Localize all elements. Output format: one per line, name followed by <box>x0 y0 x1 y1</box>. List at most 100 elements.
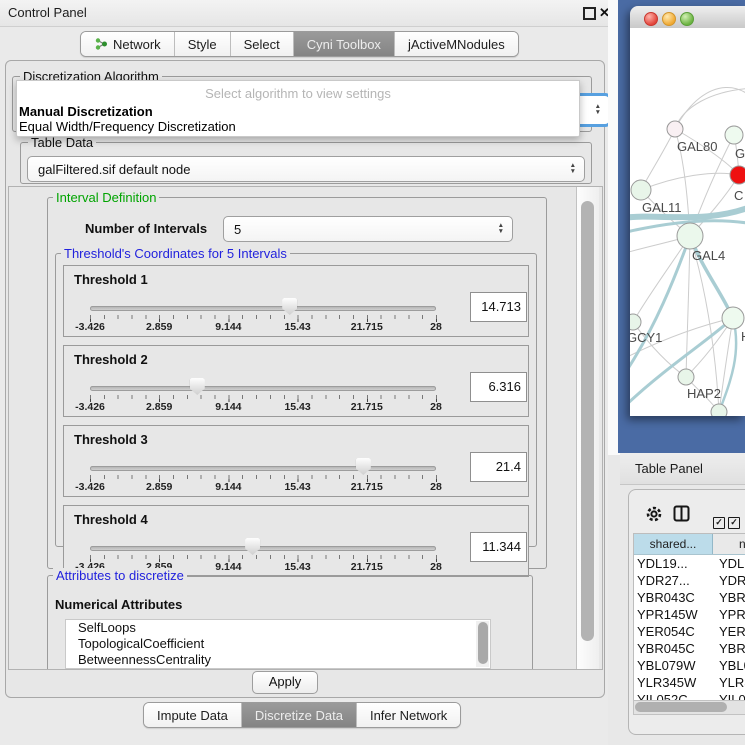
slider-minor-ticks <box>90 315 437 319</box>
network-node[interactable] <box>630 314 641 330</box>
threshold-label: Threshold 3 <box>74 432 148 447</box>
tab-network[interactable]: Network <box>81 32 175 56</box>
algorithm-option-equal-width[interactable]: Equal Width/Frequency Discretization <box>19 119 236 134</box>
settings-vertical-scrollbar[interactable] <box>576 187 599 669</box>
attribute-list-item[interactable]: TopologicalCoefficient <box>66 636 490 652</box>
column-header-shared-name[interactable]: shared... <box>634 534 713 554</box>
table-row[interactable]: YDL19...YDL1 <box>634 555 745 572</box>
table-row[interactable]: YER054CYER0 <box>634 623 745 640</box>
gear-icon[interactable] <box>645 505 663 523</box>
threshold-slider-handle[interactable] <box>245 538 260 555</box>
network-node[interactable] <box>631 180 651 200</box>
attributes-scrollbar[interactable] <box>476 621 489 667</box>
table-row[interactable]: YLR345WYLR3 <box>634 674 745 691</box>
network-view-window[interactable]: GAL80GACGAL11GAL4GCY1HHAP2 <box>630 6 745 416</box>
network-node[interactable] <box>678 369 694 385</box>
cell-shared-name[interactable]: YER054C <box>634 623 715 640</box>
tick-label: 15.43 <box>284 481 310 493</box>
table-panel-titlebar: Table Panel <box>620 453 745 485</box>
num-intervals-combobox[interactable]: 5 ▲▼ <box>223 216 513 242</box>
minimize-traffic-light[interactable] <box>662 12 676 26</box>
table-horizontal-scrollbar[interactable] <box>633 700 745 715</box>
cell-shared-name[interactable]: YBR045C <box>634 640 715 657</box>
combo-arrows-icon: ▲▼ <box>570 157 576 181</box>
network-canvas[interactable]: GAL80GACGAL11GAL4GCY1HHAP2 <box>630 28 745 416</box>
network-node[interactable] <box>711 404 727 416</box>
scrollbar-thumb[interactable] <box>581 201 594 641</box>
scrollbar-thumb[interactable] <box>478 622 488 664</box>
threshold-slider-handle[interactable] <box>282 298 297 315</box>
table-data-combobox[interactable]: galFiltered.sif default node ▲▼ <box>27 156 585 182</box>
checkbox-icon[interactable]: ✓ <box>713 517 725 529</box>
cell-shared-name[interactable]: YLR345W <box>634 674 715 691</box>
float-window-icon[interactable] <box>583 7 596 20</box>
table-body: YDL19...YDL1YDR27...YDR2YBR043CYBR0YPR14… <box>634 555 745 708</box>
tab-discretize-data[interactable]: Discretize Data <box>242 703 357 727</box>
threshold-value-field[interactable]: 14.713 <box>470 292 527 322</box>
threshold-slider-handle[interactable] <box>356 458 371 475</box>
attribute-list-item[interactable]: BetweennessCentrality <box>66 652 490 668</box>
tab-label: jActiveMNodules <box>408 37 505 52</box>
threshold-value-field[interactable]: 6.316 <box>470 372 527 402</box>
cell-name[interactable]: YDR2 <box>715 572 745 589</box>
cell-name[interactable]: YLR3 <box>715 674 745 691</box>
zoom-traffic-light[interactable] <box>680 12 694 26</box>
table-data-value: galFiltered.sif default node <box>38 162 190 177</box>
threshold-slider-track[interactable] <box>90 466 436 471</box>
network-window-titlebar[interactable] <box>630 6 745 29</box>
threshold-slider-track[interactable] <box>90 306 436 311</box>
tab-cyni-toolbox[interactable]: Cyni Toolbox <box>294 32 395 56</box>
cell-shared-name[interactable]: YBR043C <box>634 589 715 606</box>
tab-style[interactable]: Style <box>175 32 231 56</box>
cell-name[interactable]: YER0 <box>715 623 745 640</box>
cell-name[interactable]: YPR1 <box>715 606 745 623</box>
tab-impute-data[interactable]: Impute Data <box>144 703 242 727</box>
numerical-attributes-list[interactable]: SelfLoopsTopologicalCoefficientBetweenne… <box>65 619 491 669</box>
network-node[interactable] <box>677 223 703 249</box>
cell-shared-name[interactable]: YDL19... <box>634 555 715 572</box>
network-node[interactable] <box>725 126 743 144</box>
threshold-label: Threshold 1 <box>74 272 148 287</box>
cell-name[interactable]: YBR0 <box>715 640 745 657</box>
threshold-slider-track[interactable] <box>90 386 436 391</box>
node-label: C <box>734 188 743 203</box>
tab-label: Cyni Toolbox <box>307 37 381 52</box>
checkbox-icon[interactable]: ✓ <box>728 517 740 529</box>
threshold-value-field[interactable]: 11.344 <box>470 532 527 562</box>
cell-name[interactable]: YBL0 <box>715 657 745 674</box>
threshold-value-field[interactable]: 21.4 <box>470 452 527 482</box>
table-row[interactable]: YPR145WYPR1 <box>634 606 745 623</box>
cell-name[interactable]: YDL1 <box>715 555 745 572</box>
tab-jactivemnodules[interactable]: jActiveMNodules <box>395 32 518 56</box>
tab-infer-network[interactable]: Infer Network <box>357 703 460 727</box>
table-row[interactable]: YBR045CYBR0 <box>634 640 745 657</box>
threshold-4-panel: Threshold 4 -3.4262.8599.14415.4321.7152… <box>63 505 529 577</box>
network-nodes[interactable] <box>630 121 745 416</box>
tick-label: 28 <box>430 321 442 333</box>
close-traffic-light[interactable] <box>644 12 658 26</box>
slider-minor-ticks <box>90 555 437 559</box>
threshold-slider-track[interactable] <box>90 546 436 551</box>
apply-button[interactable]: Apply <box>252 671 318 694</box>
table-row[interactable]: YDR27...YDR2 <box>634 572 745 589</box>
tick-label: 15.43 <box>284 321 310 333</box>
cell-shared-name[interactable]: YDR27... <box>634 572 715 589</box>
network-node[interactable] <box>730 166 745 184</box>
show-columns-icon[interactable] <box>673 505 690 522</box>
cell-shared-name[interactable]: YBL079W <box>634 657 715 674</box>
threshold-slider-handle[interactable] <box>190 378 205 395</box>
network-node[interactable] <box>722 307 744 329</box>
algorithm-option-manual[interactable]: Manual Discretization <box>19 104 153 119</box>
tick-label: 2.859 <box>146 401 172 413</box>
table-row[interactable]: YBL079WYBL0 <box>634 657 745 674</box>
cell-shared-name[interactable]: YPR145W <box>634 606 715 623</box>
tab-select[interactable]: Select <box>231 32 294 56</box>
threshold-label: Threshold 2 <box>74 352 148 367</box>
table-row[interactable]: YBR043CYBR0 <box>634 589 745 606</box>
column-header-name[interactable]: na <box>713 534 745 554</box>
attribute-list-item[interactable]: SelfLoops <box>66 620 490 636</box>
network-node[interactable] <box>667 121 683 137</box>
cell-name[interactable]: YBR0 <box>715 589 745 606</box>
threshold-2-panel: Threshold 2 -3.4262.8599.14415.4321.7152… <box>63 345 529 417</box>
scrollbar-thumb[interactable] <box>635 702 727 712</box>
